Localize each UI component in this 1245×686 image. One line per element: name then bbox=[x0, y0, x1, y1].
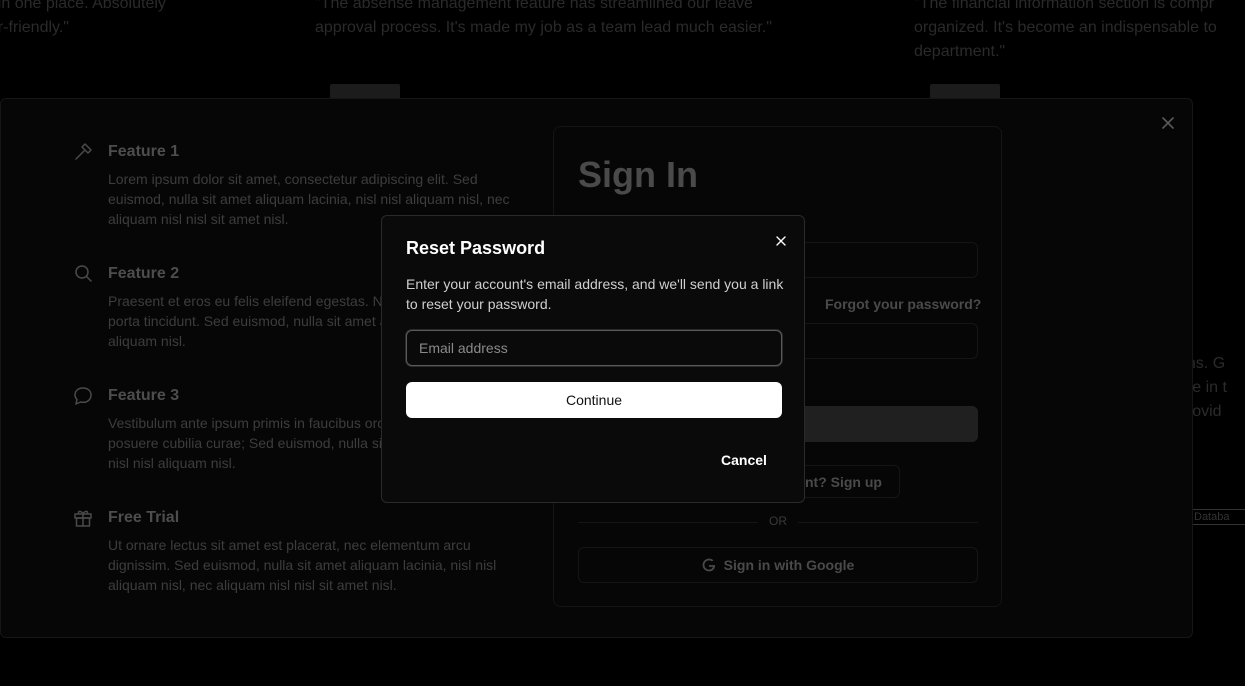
continue-button[interactable]: Continue bbox=[406, 382, 782, 418]
or-divider: OR bbox=[578, 514, 978, 530]
email-input[interactable] bbox=[406, 330, 782, 366]
feature-title: Feature 1 bbox=[108, 143, 180, 160]
hammer-icon bbox=[72, 141, 94, 163]
chat-icon bbox=[72, 385, 94, 407]
feature-title: Free Trial bbox=[108, 509, 180, 526]
forgot-password-link[interactable]: Forgot your password? bbox=[825, 296, 981, 312]
gift-icon bbox=[72, 507, 94, 529]
reset-password-modal: Reset Password Enter your account's emai… bbox=[381, 215, 805, 503]
close-icon[interactable] bbox=[1159, 114, 1177, 132]
search-icon bbox=[72, 263, 94, 285]
close-icon[interactable] bbox=[773, 233, 789, 249]
google-icon bbox=[702, 550, 716, 572]
google-signin-label: Sign in with Google bbox=[723, 557, 855, 573]
or-label: OR bbox=[769, 514, 787, 528]
testimonial-text: "The financial information section is co… bbox=[914, 0, 1217, 60]
signin-title: Sign In bbox=[578, 154, 698, 195]
avatar bbox=[930, 84, 1000, 98]
avatar bbox=[330, 84, 400, 98]
password-field[interactable] bbox=[790, 323, 978, 359]
feature-title: Feature 3 bbox=[108, 387, 180, 404]
google-signin-button[interactable]: Sign in with Google bbox=[578, 547, 978, 583]
email-field[interactable] bbox=[790, 242, 978, 278]
feature-title: Feature 2 bbox=[108, 265, 180, 282]
testimonial-text: "The absense management feature has stre… bbox=[315, 0, 772, 36]
cancel-button[interactable]: Cancel bbox=[704, 445, 784, 475]
modal-title: Reset Password bbox=[406, 238, 546, 258]
background-tab: Databa bbox=[1192, 509, 1245, 525]
signin-button[interactable] bbox=[790, 406, 978, 442]
feature-description: Ut ornare lectus sit amet est placerat, … bbox=[108, 537, 497, 593]
signup-link[interactable]: nt? Sign up bbox=[790, 465, 900, 498]
modal-description: Enter your account's email address, and … bbox=[406, 276, 784, 312]
